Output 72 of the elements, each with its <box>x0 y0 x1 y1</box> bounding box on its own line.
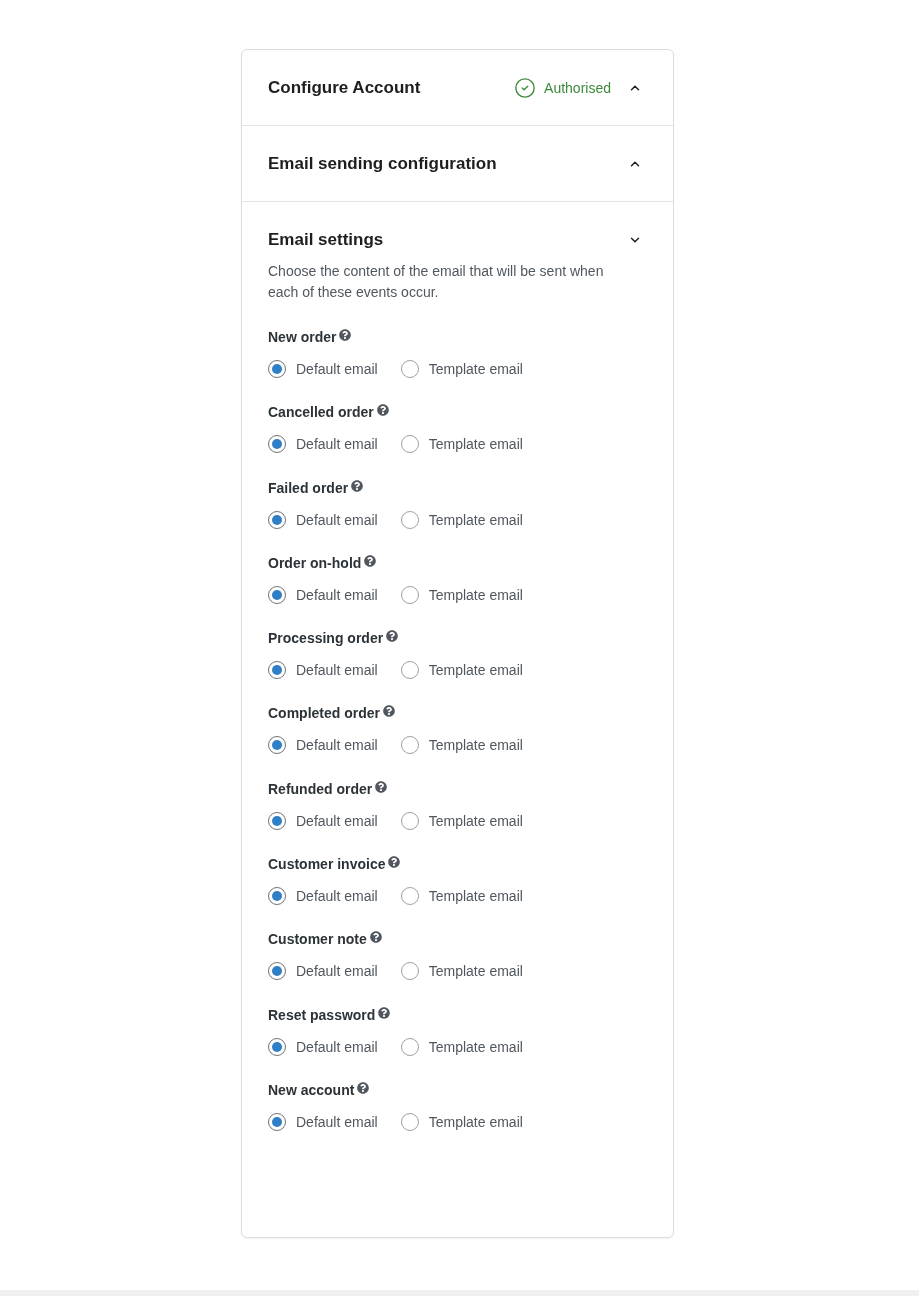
radio-button[interactable] <box>400 887 419 906</box>
radio-label[interactable]: Default email <box>296 1111 378 1132</box>
radio-label[interactable]: Template email <box>428 509 523 530</box>
radio-label[interactable]: Default email <box>296 810 378 831</box>
help-icon[interactable] <box>369 931 382 944</box>
radio-label[interactable]: Template email <box>428 810 523 831</box>
event-label: Order on-hold <box>268 553 362 573</box>
radio-button[interactable] <box>400 1112 419 1131</box>
panel-title: Email sending configuration <box>268 153 497 175</box>
radio-button[interactable] <box>400 661 419 680</box>
event-label: Refunded order <box>268 779 373 799</box>
event-label: Processing order <box>268 629 384 649</box>
help-icon[interactable] <box>388 856 401 869</box>
radio-label[interactable]: Template email <box>428 735 523 756</box>
radio-button[interactable] <box>268 1037 286 1056</box>
panel-description: Choose the content of the email that will be sent when each of these events occur. <box>268 262 605 302</box>
event-label: Cancelled order <box>268 403 374 423</box>
radio-button[interactable] <box>268 1112 286 1131</box>
radio-label[interactable]: Default email <box>296 961 378 982</box>
radio-label[interactable]: Default email <box>296 359 378 379</box>
check-circle-icon <box>514 77 537 99</box>
radio-button[interactable] <box>400 360 419 378</box>
radio-button[interactable] <box>400 1037 419 1056</box>
radio-button[interactable] <box>268 887 286 906</box>
panel-title: Email settings <box>268 229 384 251</box>
help-icon[interactable] <box>386 630 399 643</box>
radio-label[interactable]: Template email <box>428 1111 523 1132</box>
radio-label[interactable]: Default email <box>296 434 378 455</box>
radio-label[interactable]: Template email <box>428 961 523 982</box>
radio-label[interactable]: Template email <box>428 1036 523 1057</box>
help-icon[interactable] <box>364 554 377 567</box>
radio-label[interactable]: Template email <box>428 660 523 681</box>
event-label: Reset password <box>268 1005 376 1025</box>
radio-label[interactable]: Default email <box>296 735 378 756</box>
radio-button[interactable] <box>268 435 286 454</box>
help-icon[interactable] <box>378 1006 391 1019</box>
radio-label[interactable]: Default email <box>296 886 378 907</box>
radio-label[interactable]: Default email <box>296 1036 378 1057</box>
help-icon[interactable] <box>357 1081 370 1094</box>
radio-button[interactable] <box>400 585 419 604</box>
panel-title: Configure Account <box>268 77 421 99</box>
radio-button[interactable] <box>268 585 286 604</box>
radio-button[interactable] <box>268 736 286 755</box>
event-label: New order <box>268 328 337 347</box>
radio-label[interactable]: Default email <box>296 584 378 605</box>
event-label: Failed order <box>268 478 349 498</box>
radio-button[interactable] <box>268 510 286 529</box>
radio-button[interactable] <box>400 962 419 981</box>
help-icon[interactable] <box>376 404 389 417</box>
help-icon[interactable] <box>375 780 388 793</box>
radio-button[interactable] <box>268 661 286 680</box>
radio-label[interactable]: Default email <box>296 509 378 530</box>
radio-button[interactable] <box>268 962 286 981</box>
radio-label[interactable]: Template email <box>428 886 523 907</box>
event-label: Customer invoice <box>268 855 386 875</box>
event-label: Completed order <box>268 704 380 724</box>
status-label: Authorised <box>544 79 611 98</box>
radio-label[interactable]: Template email <box>428 359 523 379</box>
radio-button[interactable] <box>400 510 419 529</box>
radio-label[interactable]: Template email <box>428 434 523 455</box>
radio-button[interactable] <box>268 360 286 378</box>
radio-label[interactable]: Template email <box>428 584 523 605</box>
radio-label[interactable]: Default email <box>296 660 378 681</box>
help-icon[interactable] <box>351 479 364 492</box>
radio-button[interactable] <box>400 435 419 454</box>
radio-button[interactable] <box>268 811 286 830</box>
radio-button[interactable] <box>400 811 419 830</box>
help-icon[interactable] <box>383 705 395 718</box>
event-label: New account <box>268 1080 355 1100</box>
help-icon[interactable] <box>339 329 352 341</box>
event-label: Customer note <box>268 930 367 950</box>
radio-button[interactable] <box>400 736 419 755</box>
